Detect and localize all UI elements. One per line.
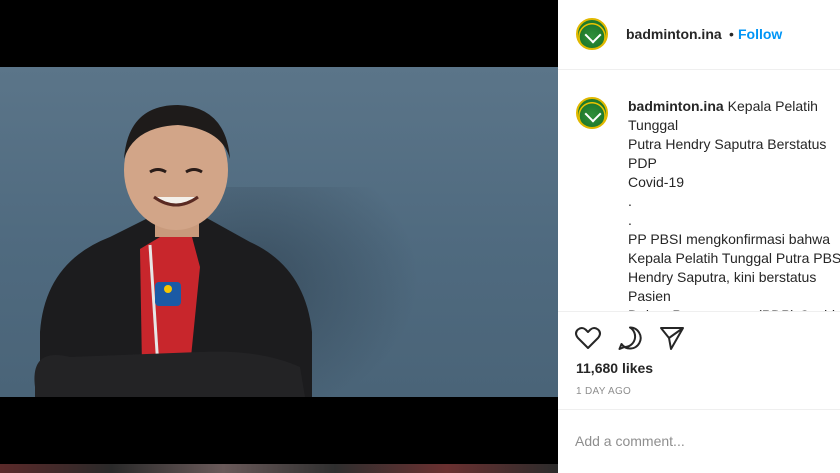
- caption-username[interactable]: badminton.ina: [628, 98, 724, 114]
- next-post-strip: [0, 464, 558, 473]
- post-side-panel: badminton.ina • Follow badminton.ina Kepa…: [558, 0, 840, 473]
- comment-input[interactable]: [575, 430, 825, 452]
- comment-box: [558, 409, 840, 473]
- post-photo[interactable]: [0, 67, 558, 397]
- person-illustration: [34, 105, 312, 397]
- follow-button[interactable]: Follow: [738, 26, 782, 42]
- header-username[interactable]: badminton.ina: [626, 26, 722, 42]
- share-icon[interactable]: [658, 324, 686, 352]
- pbsi-logo-icon[interactable]: [576, 97, 608, 129]
- caption-text: Kepala Pelatih Tunggal Putra Hendry Sapu…: [628, 98, 840, 311]
- separator-dot: •: [729, 26, 734, 42]
- caption-area: badminton.ina Kepala Pelatih Tunggal Putr…: [558, 71, 840, 311]
- heart-icon[interactable]: [574, 324, 602, 352]
- pbsi-logo-icon[interactable]: [576, 18, 608, 50]
- likes-count[interactable]: 11,680 likes: [576, 360, 653, 376]
- post-header: badminton.ina • Follow: [558, 0, 840, 70]
- caption: badminton.ina Kepala Pelatih Tunggal Putr…: [628, 97, 840, 311]
- folded-arms: [34, 351, 305, 397]
- post-actions: 11,680 likes 1 DAY AGO: [558, 311, 840, 409]
- post-media: [0, 0, 558, 473]
- comment-icon[interactable]: [616, 324, 644, 352]
- post-timestamp[interactable]: 1 DAY AGO: [576, 386, 631, 397]
